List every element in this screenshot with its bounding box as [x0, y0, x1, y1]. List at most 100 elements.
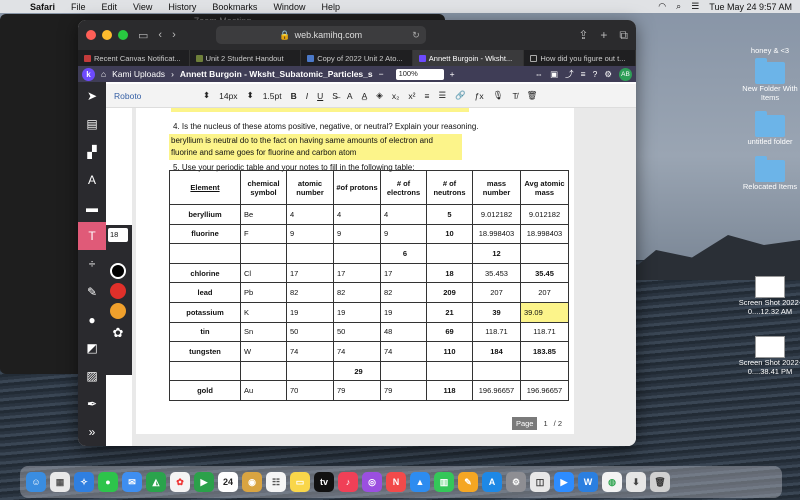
table-cell[interactable]: 79: [380, 380, 427, 401]
element-name-cell[interactable]: beryllium: [169, 204, 241, 225]
avatar[interactable]: AB: [619, 67, 632, 81]
mail-icon[interactable]: ✉: [122, 472, 142, 492]
table-cell[interactable]: 4: [333, 204, 381, 225]
menu-help[interactable]: Help: [313, 2, 348, 12]
save-icon[interactable]: ▣: [550, 69, 558, 80]
facetime-icon[interactable]: ▶: [194, 472, 214, 492]
trash-icon[interactable]: 🗑: [650, 472, 670, 492]
element-name-cell[interactable]: [169, 243, 241, 264]
table-cell[interactable]: 4: [286, 204, 334, 225]
table-cell[interactable]: 74: [380, 341, 427, 362]
superscript-icon[interactable]: x²: [408, 91, 415, 101]
tab-overview-icon[interactable]: ⧉: [619, 28, 628, 43]
text-box-icon[interactable]: A: [78, 166, 106, 194]
element-name-cell[interactable]: [169, 360, 241, 382]
zoom-app-icon[interactable]: ▶: [554, 472, 574, 492]
table-cell[interactable]: 183.85: [520, 341, 569, 362]
tab-handout[interactable]: Unit 2 Student Handout: [190, 50, 302, 66]
system-preferences-icon[interactable]: ⚙: [506, 472, 526, 492]
shapes-icon[interactable]: ●: [78, 306, 106, 334]
highlight-tool-icon[interactable]: ▞: [78, 138, 106, 166]
link-icon[interactable]: 🔗: [455, 90, 466, 101]
share-kami-icon[interactable]: ⤴: [565, 68, 574, 80]
table-cell[interactable]: 21: [426, 301, 473, 323]
table-cell[interactable]: 69: [426, 321, 473, 343]
podcasts-icon[interactable]: ◎: [362, 472, 382, 492]
menu-window[interactable]: Window: [265, 2, 313, 12]
menu-history[interactable]: History: [160, 2, 204, 12]
element-name-cell[interactable]: fluorine: [169, 223, 241, 245]
table-cell[interactable]: Pb: [240, 282, 287, 303]
highlight-color-icon[interactable]: A̲: [362, 91, 368, 101]
doc-title[interactable]: Annett Burgoin - Wksht_Subatomic_Particl…: [180, 69, 373, 79]
table-cell[interactable]: 196.96657: [472, 380, 521, 401]
reload-icon[interactable]: ↻: [412, 30, 420, 41]
control-center-icon[interactable]: ☰: [691, 1, 699, 12]
home-icon[interactable]: ⌂: [101, 69, 106, 79]
table-cell[interactable]: 9.012182: [472, 204, 521, 225]
color-swatch-orange[interactable]: [110, 303, 126, 319]
table-cell[interactable]: 9: [380, 223, 427, 245]
desktop-file-honey[interactable]: honey & <3: [735, 46, 800, 55]
table-cell[interactable]: 118.71: [520, 321, 569, 343]
table-cell[interactable]: 4: [380, 204, 427, 225]
address-bar[interactable]: 🔒 web.kamihq.com ↻: [215, 26, 426, 44]
menu-app[interactable]: Safari: [22, 2, 63, 12]
launchpad-icon[interactable]: ▦: [50, 472, 70, 492]
table-cell[interactable]: 82: [333, 282, 381, 303]
expand-icon[interactable]: »: [78, 418, 106, 446]
zoom-in-icon[interactable]: +: [450, 69, 455, 79]
list-icon[interactable]: ☰: [438, 90, 446, 101]
contacts-icon[interactable]: ◉: [242, 472, 262, 492]
table-cell[interactable]: 79: [333, 380, 381, 401]
pages-icon[interactable]: ✎: [458, 472, 478, 492]
page-current[interactable]: 1: [543, 419, 547, 428]
table-cell[interactable]: 9.012182: [520, 204, 569, 225]
text-size-select[interactable]: 18: [108, 228, 128, 242]
table-cell[interactable]: 17: [380, 262, 427, 284]
numbers-icon[interactable]: ▥: [434, 472, 454, 492]
back-icon[interactable]: ‹: [158, 29, 162, 41]
new-tab-icon[interactable]: +: [600, 28, 607, 43]
menu-bookmarks[interactable]: Bookmarks: [204, 2, 265, 12]
table-cell[interactable]: 74: [286, 341, 334, 362]
delete-icon[interactable]: 🗑: [527, 90, 538, 101]
kami-uploads-link[interactable]: Kami Uploads: [112, 69, 165, 79]
tab-question[interactable]: How did you figure out t...: [524, 50, 636, 66]
table-cell[interactable]: W: [240, 341, 287, 362]
fill-icon[interactable]: ◈: [376, 90, 383, 101]
table-cell[interactable]: [333, 243, 381, 264]
table-cell[interactable]: 19: [286, 301, 334, 323]
table-cell[interactable]: 74: [333, 341, 381, 362]
table-cell[interactable]: 35.453: [472, 262, 521, 284]
tab-kami[interactable]: Annett Burgoin - Wksht...: [412, 50, 525, 66]
answer-line-2[interactable]: fluorine and same goes for fluorine and …: [169, 146, 462, 160]
table-cell[interactable]: Au: [240, 380, 287, 401]
search-icon[interactable]: ⌕: [676, 1, 681, 12]
table-cell[interactable]: 118.71: [472, 321, 521, 343]
tab-canvas[interactable]: Recent Canvas Notificat...: [78, 50, 190, 66]
reminders-icon[interactable]: ☷: [266, 472, 286, 492]
align-icon[interactable]: ≡: [424, 91, 429, 101]
messages-icon[interactable]: ●: [98, 472, 118, 492]
table-cell[interactable]: 19: [380, 301, 427, 323]
desktop-folder-relocated[interactable]: Relocated Items: [735, 156, 800, 191]
calendar-icon[interactable]: 24: [218, 472, 238, 492]
tv-icon[interactable]: tv: [314, 472, 334, 492]
table-cell[interactable]: 17: [333, 262, 381, 284]
table-cell[interactable]: Cl: [240, 262, 287, 284]
preview-icon[interactable]: ◫: [530, 472, 550, 492]
tab-copy[interactable]: Copy of 2022 Unit 2 Ato...: [301, 50, 413, 66]
line-width-select[interactable]: 1.5pt: [263, 91, 282, 101]
table-cell[interactable]: [426, 243, 473, 264]
table-cell[interactable]: [240, 360, 287, 382]
desktop-folder-untitled[interactable]: untitled folder: [735, 111, 800, 146]
element-name-cell[interactable]: chlorine: [169, 262, 241, 284]
keynote-icon[interactable]: ▲: [410, 472, 430, 492]
news-icon[interactable]: N: [386, 472, 406, 492]
desktop-screenshot-1[interactable]: Screen Shot 2022-0....12.32 AM: [735, 276, 800, 316]
table-cell[interactable]: 19: [333, 301, 381, 323]
table-cell[interactable]: [240, 243, 287, 264]
menubar-clock[interactable]: Tue May 24 9:57 AM: [709, 2, 792, 12]
maps-icon[interactable]: ◭: [146, 472, 166, 492]
